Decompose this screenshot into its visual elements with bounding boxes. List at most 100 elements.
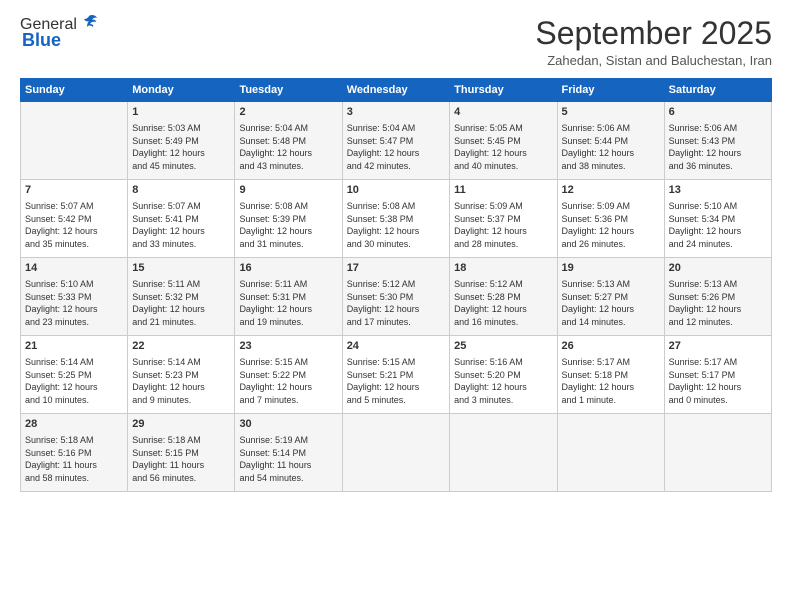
- calendar-cell: 30 Sunrise: 5:19 AM Sunset: 5:14 PM Dayli…: [235, 414, 342, 492]
- calendar-cell: 1Sunrise: 5:03 AM Sunset: 5:49 PM Daylig…: [128, 102, 235, 180]
- calendar-cell: 3 Sunrise: 5:04 AM Sunset: 5:47 PM Daylig…: [342, 102, 449, 180]
- cell-info: Sunrise: 5:18 AM Sunset: 5:16 PM Dayligh…: [25, 434, 123, 484]
- day-number: 16: [239, 261, 337, 276]
- col-tuesday: Tuesday: [235, 79, 342, 102]
- cell-info: Sunrise: 5:17 AM Sunset: 5:17 PM Dayligh…: [669, 356, 767, 406]
- calendar-cell: 15Sunrise: 5:11 AM Sunset: 5:32 PM Dayli…: [128, 258, 235, 336]
- header-row: Sunday Monday Tuesday Wednesday Thursday…: [21, 79, 772, 102]
- day-number: 30: [239, 417, 337, 432]
- calendar-cell: 2 Sunrise: 5:04 AM Sunset: 5:48 PM Daylig…: [235, 102, 342, 180]
- calendar-cell: 18Sunrise: 5:12 AM Sunset: 5:28 PM Dayli…: [450, 258, 557, 336]
- calendar-cell: 4Sunrise: 5:05 AM Sunset: 5:45 PM Daylig…: [450, 102, 557, 180]
- cell-info: Sunrise: 5:11 AM Sunset: 5:32 PM Dayligh…: [132, 278, 230, 328]
- logo: General Blue: [20, 16, 99, 51]
- cell-info: Sunrise: 5:06 AM Sunset: 5:44 PM Dayligh…: [562, 122, 660, 172]
- calendar-cell: [21, 102, 128, 180]
- logo-bird-icon: [79, 13, 99, 33]
- day-number: 27: [669, 339, 767, 354]
- title-block: September 2025 Zahedan, Sistan and Baluc…: [535, 16, 772, 68]
- day-number: 24: [347, 339, 445, 354]
- day-number: 25: [454, 339, 552, 354]
- cell-info: Sunrise: 5:14 AM Sunset: 5:23 PM Dayligh…: [132, 356, 230, 406]
- cell-info: Sunrise: 5:13 AM Sunset: 5:27 PM Dayligh…: [562, 278, 660, 328]
- calendar-cell: 21Sunrise: 5:14 AM Sunset: 5:25 PM Dayli…: [21, 336, 128, 414]
- calendar-cell: 5 Sunrise: 5:06 AM Sunset: 5:44 PM Daylig…: [557, 102, 664, 180]
- calendar-cell: 7 Sunrise: 5:07 AM Sunset: 5:42 PM Daylig…: [21, 180, 128, 258]
- calendar-cell: 19 Sunrise: 5:13 AM Sunset: 5:27 PM Dayli…: [557, 258, 664, 336]
- logo-blue-text: Blue: [22, 30, 61, 51]
- calendar-cell: 26 Sunrise: 5:17 AM Sunset: 5:18 PM Dayli…: [557, 336, 664, 414]
- cell-info: Sunrise: 5:03 AM Sunset: 5:49 PM Dayligh…: [132, 122, 230, 172]
- calendar-cell: 6Sunrise: 5:06 AM Sunset: 5:43 PM Daylig…: [664, 102, 771, 180]
- cell-info: Sunrise: 5:12 AM Sunset: 5:28 PM Dayligh…: [454, 278, 552, 328]
- location-subtitle: Zahedan, Sistan and Baluchestan, Iran: [535, 53, 772, 68]
- day-number: 29: [132, 417, 230, 432]
- calendar-cell: 27 Sunrise: 5:17 AM Sunset: 5:17 PM Dayli…: [664, 336, 771, 414]
- day-number: 9: [239, 183, 337, 198]
- cell-info: Sunrise: 5:15 AM Sunset: 5:22 PM Dayligh…: [239, 356, 337, 406]
- day-number: 22: [132, 339, 230, 354]
- day-number: 20: [669, 261, 767, 276]
- cell-info: Sunrise: 5:09 AM Sunset: 5:37 PM Dayligh…: [454, 200, 552, 250]
- day-number: 23: [239, 339, 337, 354]
- calendar-body: 1Sunrise: 5:03 AM Sunset: 5:49 PM Daylig…: [21, 102, 772, 492]
- calendar-cell: 8 Sunrise: 5:07 AM Sunset: 5:41 PM Daylig…: [128, 180, 235, 258]
- calendar-cell: 14Sunrise: 5:10 AM Sunset: 5:33 PM Dayli…: [21, 258, 128, 336]
- day-number: 11: [454, 183, 552, 198]
- cell-info: Sunrise: 5:08 AM Sunset: 5:39 PM Dayligh…: [239, 200, 337, 250]
- calendar-cell: 28 Sunrise: 5:18 AM Sunset: 5:16 PM Dayli…: [21, 414, 128, 492]
- calendar-cell: 9 Sunrise: 5:08 AM Sunset: 5:39 PM Daylig…: [235, 180, 342, 258]
- cell-info: Sunrise: 5:07 AM Sunset: 5:42 PM Dayligh…: [25, 200, 123, 250]
- calendar-cell: 16Sunrise: 5:11 AM Sunset: 5:31 PM Dayli…: [235, 258, 342, 336]
- calendar-cell: [450, 414, 557, 492]
- cell-info: Sunrise: 5:13 AM Sunset: 5:26 PM Dayligh…: [669, 278, 767, 328]
- cell-info: Sunrise: 5:19 AM Sunset: 5:14 PM Dayligh…: [239, 434, 337, 484]
- calendar-cell: [342, 414, 449, 492]
- calendar-cell: 29 Sunrise: 5:18 AM Sunset: 5:15 PM Dayli…: [128, 414, 235, 492]
- calendar-table: Sunday Monday Tuesday Wednesday Thursday…: [20, 78, 772, 492]
- day-number: 5: [562, 105, 660, 120]
- day-number: 8: [132, 183, 230, 198]
- cell-info: Sunrise: 5:17 AM Sunset: 5:18 PM Dayligh…: [562, 356, 660, 406]
- col-thursday: Thursday: [450, 79, 557, 102]
- calendar-cell: 12 Sunrise: 5:09 AM Sunset: 5:36 PM Dayli…: [557, 180, 664, 258]
- calendar-cell: 17Sunrise: 5:12 AM Sunset: 5:30 PM Dayli…: [342, 258, 449, 336]
- calendar-week-row: 14Sunrise: 5:10 AM Sunset: 5:33 PM Dayli…: [21, 258, 772, 336]
- col-monday: Monday: [128, 79, 235, 102]
- cell-info: Sunrise: 5:15 AM Sunset: 5:21 PM Dayligh…: [347, 356, 445, 406]
- calendar-cell: 24 Sunrise: 5:15 AM Sunset: 5:21 PM Dayli…: [342, 336, 449, 414]
- day-number: 7: [25, 183, 123, 198]
- day-number: 2: [239, 105, 337, 120]
- calendar-week-row: 21Sunrise: 5:14 AM Sunset: 5:25 PM Dayli…: [21, 336, 772, 414]
- day-number: 4: [454, 105, 552, 120]
- calendar-week-row: 1Sunrise: 5:03 AM Sunset: 5:49 PM Daylig…: [21, 102, 772, 180]
- calendar-cell: 10Sunrise: 5:08 AM Sunset: 5:38 PM Dayli…: [342, 180, 449, 258]
- day-number: 28: [25, 417, 123, 432]
- calendar-cell: 13Sunrise: 5:10 AM Sunset: 5:34 PM Dayli…: [664, 180, 771, 258]
- day-number: 3: [347, 105, 445, 120]
- cell-info: Sunrise: 5:18 AM Sunset: 5:15 PM Dayligh…: [132, 434, 230, 484]
- col-wednesday: Wednesday: [342, 79, 449, 102]
- month-title: September 2025: [535, 16, 772, 51]
- page: General Blue September 2025 Zahedan, Sis…: [0, 0, 792, 612]
- calendar-cell: 22 Sunrise: 5:14 AM Sunset: 5:23 PM Dayli…: [128, 336, 235, 414]
- day-number: 17: [347, 261, 445, 276]
- day-number: 26: [562, 339, 660, 354]
- calendar-header: Sunday Monday Tuesday Wednesday Thursday…: [21, 79, 772, 102]
- day-number: 13: [669, 183, 767, 198]
- calendar-cell: 25Sunrise: 5:16 AM Sunset: 5:20 PM Dayli…: [450, 336, 557, 414]
- calendar-week-row: 28 Sunrise: 5:18 AM Sunset: 5:16 PM Dayli…: [21, 414, 772, 492]
- calendar-cell: 11 Sunrise: 5:09 AM Sunset: 5:37 PM Dayli…: [450, 180, 557, 258]
- day-number: 19: [562, 261, 660, 276]
- col-sunday: Sunday: [21, 79, 128, 102]
- calendar-cell: [664, 414, 771, 492]
- day-number: 12: [562, 183, 660, 198]
- cell-info: Sunrise: 5:04 AM Sunset: 5:47 PM Dayligh…: [347, 122, 445, 172]
- cell-info: Sunrise: 5:09 AM Sunset: 5:36 PM Dayligh…: [562, 200, 660, 250]
- header: General Blue September 2025 Zahedan, Sis…: [20, 16, 772, 68]
- day-number: 14: [25, 261, 123, 276]
- col-saturday: Saturday: [664, 79, 771, 102]
- cell-info: Sunrise: 5:04 AM Sunset: 5:48 PM Dayligh…: [239, 122, 337, 172]
- day-number: 6: [669, 105, 767, 120]
- cell-info: Sunrise: 5:07 AM Sunset: 5:41 PM Dayligh…: [132, 200, 230, 250]
